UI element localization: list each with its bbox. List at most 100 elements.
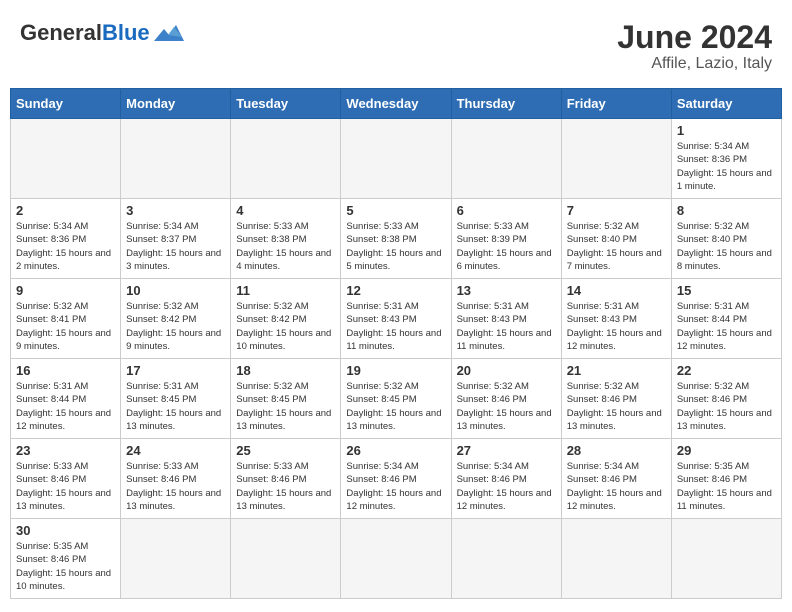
calendar-cell: 28 Sunrise: 5:34 AM Sunset: 8:46 PM Dayli… <box>561 439 671 519</box>
calendar-cell: 21 Sunrise: 5:32 AM Sunset: 8:46 PM Dayli… <box>561 359 671 439</box>
day-info: Sunrise: 5:34 AM Sunset: 8:37 PM Dayligh… <box>126 220 225 273</box>
calendar-cell: 6 Sunrise: 5:33 AM Sunset: 8:39 PM Daylig… <box>451 199 561 279</box>
day-info: Sunrise: 5:32 AM Sunset: 8:46 PM Dayligh… <box>677 380 776 433</box>
day-info: Sunrise: 5:33 AM Sunset: 8:46 PM Dayligh… <box>236 460 335 513</box>
col-header-thursday: Thursday <box>451 89 561 119</box>
col-header-wednesday: Wednesday <box>341 89 451 119</box>
calendar-cell: 8 Sunrise: 5:32 AM Sunset: 8:40 PM Daylig… <box>671 199 781 279</box>
calendar-cell: 23 Sunrise: 5:33 AM Sunset: 8:46 PM Dayli… <box>11 439 121 519</box>
day-info: Sunrise: 5:33 AM Sunset: 8:38 PM Dayligh… <box>236 220 335 273</box>
calendar-week-row: 1Sunrise: 5:34 AM Sunset: 8:36 PM Daylig… <box>11 119 782 199</box>
col-header-friday: Friday <box>561 89 671 119</box>
day-info: Sunrise: 5:34 AM Sunset: 8:36 PM Dayligh… <box>677 140 776 193</box>
col-header-tuesday: Tuesday <box>231 89 341 119</box>
logo-text: GeneralBlue <box>20 20 150 46</box>
calendar-cell: 10Sunrise: 5:32 AM Sunset: 8:42 PM Dayli… <box>121 279 231 359</box>
day-info: Sunrise: 5:31 AM Sunset: 8:45 PM Dayligh… <box>126 380 225 433</box>
calendar-cell: 17 Sunrise: 5:31 AM Sunset: 8:45 PM Dayli… <box>121 359 231 439</box>
logo: GeneralBlue <box>20 20 184 46</box>
header: GeneralBlue June 2024 Affile, Lazio, Ita… <box>10 10 782 88</box>
day-number: 16 <box>16 363 115 378</box>
calendar-cell: 20Sunrise: 5:32 AM Sunset: 8:46 PM Dayli… <box>451 359 561 439</box>
day-info: Sunrise: 5:32 AM Sunset: 8:40 PM Dayligh… <box>677 220 776 273</box>
day-number: 9 <box>16 283 115 298</box>
day-info: Sunrise: 5:34 AM Sunset: 8:46 PM Dayligh… <box>567 460 666 513</box>
calendar-cell: 3Sunrise: 5:34 AM Sunset: 8:37 PM Daylig… <box>121 199 231 279</box>
day-info: Sunrise: 5:32 AM Sunset: 8:42 PM Dayligh… <box>126 300 225 353</box>
title-area: June 2024 Affile, Lazio, Italy <box>617 20 772 73</box>
day-info: Sunrise: 5:33 AM Sunset: 8:46 PM Dayligh… <box>16 460 115 513</box>
day-info: Sunrise: 5:31 AM Sunset: 8:44 PM Dayligh… <box>16 380 115 433</box>
calendar-cell: 11 Sunrise: 5:32 AM Sunset: 8:42 PM Dayli… <box>231 279 341 359</box>
day-info: Sunrise: 5:34 AM Sunset: 8:46 PM Dayligh… <box>346 460 445 513</box>
calendar-cell: 5Sunrise: 5:33 AM Sunset: 8:38 PM Daylig… <box>341 199 451 279</box>
day-info: Sunrise: 5:32 AM Sunset: 8:42 PM Dayligh… <box>236 300 335 353</box>
day-number: 14 <box>567 283 666 298</box>
day-info: Sunrise: 5:34 AM Sunset: 8:46 PM Dayligh… <box>457 460 556 513</box>
day-number: 24 <box>126 443 225 458</box>
day-number: 4 <box>236 203 335 218</box>
calendar-cell: 19 Sunrise: 5:32 AM Sunset: 8:45 PM Dayli… <box>341 359 451 439</box>
day-number: 28 <box>567 443 666 458</box>
day-number: 17 <box>126 363 225 378</box>
day-number: 21 <box>567 363 666 378</box>
calendar-cell: 18Sunrise: 5:32 AM Sunset: 8:45 PM Dayli… <box>231 359 341 439</box>
calendar-cell: 27Sunrise: 5:34 AM Sunset: 8:46 PM Dayli… <box>451 439 561 519</box>
day-info: Sunrise: 5:33 AM Sunset: 8:46 PM Dayligh… <box>126 460 225 513</box>
calendar-cell: 16 Sunrise: 5:31 AM Sunset: 8:44 PM Dayli… <box>11 359 121 439</box>
day-number: 18 <box>236 363 335 378</box>
calendar-cell <box>11 119 121 199</box>
day-number: 5 <box>346 203 445 218</box>
calendar-cell: 4 Sunrise: 5:33 AM Sunset: 8:38 PM Daylig… <box>231 199 341 279</box>
calendar-week-row: 2 Sunrise: 5:34 AM Sunset: 8:36 PM Daylig… <box>11 199 782 279</box>
day-number: 26 <box>346 443 445 458</box>
calendar-cell <box>231 519 341 599</box>
location: Affile, Lazio, Italy <box>617 55 772 73</box>
day-number: 29 <box>677 443 776 458</box>
day-number: 25 <box>236 443 335 458</box>
calendar-cell <box>121 119 231 199</box>
day-info: Sunrise: 5:32 AM Sunset: 8:41 PM Dayligh… <box>16 300 115 353</box>
day-info: Sunrise: 5:35 AM Sunset: 8:46 PM Dayligh… <box>16 540 115 593</box>
day-number: 7 <box>567 203 666 218</box>
calendar-cell <box>561 519 671 599</box>
day-info: Sunrise: 5:32 AM Sunset: 8:46 PM Dayligh… <box>567 380 666 433</box>
day-number: 11 <box>236 283 335 298</box>
calendar-week-row: 16 Sunrise: 5:31 AM Sunset: 8:44 PM Dayli… <box>11 359 782 439</box>
day-number: 12 <box>346 283 445 298</box>
calendar-header-row: SundayMondayTuesdayWednesdayThursdayFrid… <box>11 89 782 119</box>
day-number: 30 <box>16 523 115 538</box>
calendar-cell: 29Sunrise: 5:35 AM Sunset: 8:46 PM Dayli… <box>671 439 781 519</box>
calendar-cell <box>231 119 341 199</box>
calendar-cell <box>561 119 671 199</box>
day-info: Sunrise: 5:31 AM Sunset: 8:43 PM Dayligh… <box>567 300 666 353</box>
day-info: Sunrise: 5:32 AM Sunset: 8:40 PM Dayligh… <box>567 220 666 273</box>
calendar-week-row: 23 Sunrise: 5:33 AM Sunset: 8:46 PM Dayli… <box>11 439 782 519</box>
calendar-cell: 25 Sunrise: 5:33 AM Sunset: 8:46 PM Dayli… <box>231 439 341 519</box>
calendar-cell: 1Sunrise: 5:34 AM Sunset: 8:36 PM Daylig… <box>671 119 781 199</box>
calendar-cell <box>341 119 451 199</box>
day-number: 15 <box>677 283 776 298</box>
calendar-cell: 14 Sunrise: 5:31 AM Sunset: 8:43 PM Dayli… <box>561 279 671 359</box>
day-number: 20 <box>457 363 556 378</box>
calendar-cell: 13Sunrise: 5:31 AM Sunset: 8:43 PM Dayli… <box>451 279 561 359</box>
calendar-cell: 24 Sunrise: 5:33 AM Sunset: 8:46 PM Dayli… <box>121 439 231 519</box>
day-number: 19 <box>346 363 445 378</box>
calendar-cell: 7 Sunrise: 5:32 AM Sunset: 8:40 PM Daylig… <box>561 199 671 279</box>
logo-bird-icon <box>154 21 184 45</box>
day-number: 8 <box>677 203 776 218</box>
calendar-week-row: 30 Sunrise: 5:35 AM Sunset: 8:46 PM Dayli… <box>11 519 782 599</box>
day-info: Sunrise: 5:32 AM Sunset: 8:45 PM Dayligh… <box>346 380 445 433</box>
calendar-cell <box>341 519 451 599</box>
day-number: 23 <box>16 443 115 458</box>
logo-blue: Blue <box>102 20 150 45</box>
calendar-table: SundayMondayTuesdayWednesdayThursdayFrid… <box>10 88 782 599</box>
day-info: Sunrise: 5:34 AM Sunset: 8:36 PM Dayligh… <box>16 220 115 273</box>
day-number: 2 <box>16 203 115 218</box>
day-number: 6 <box>457 203 556 218</box>
col-header-monday: Monday <box>121 89 231 119</box>
day-info: Sunrise: 5:31 AM Sunset: 8:44 PM Dayligh… <box>677 300 776 353</box>
day-info: Sunrise: 5:33 AM Sunset: 8:39 PM Dayligh… <box>457 220 556 273</box>
calendar-cell: 2 Sunrise: 5:34 AM Sunset: 8:36 PM Daylig… <box>11 199 121 279</box>
day-number: 13 <box>457 283 556 298</box>
